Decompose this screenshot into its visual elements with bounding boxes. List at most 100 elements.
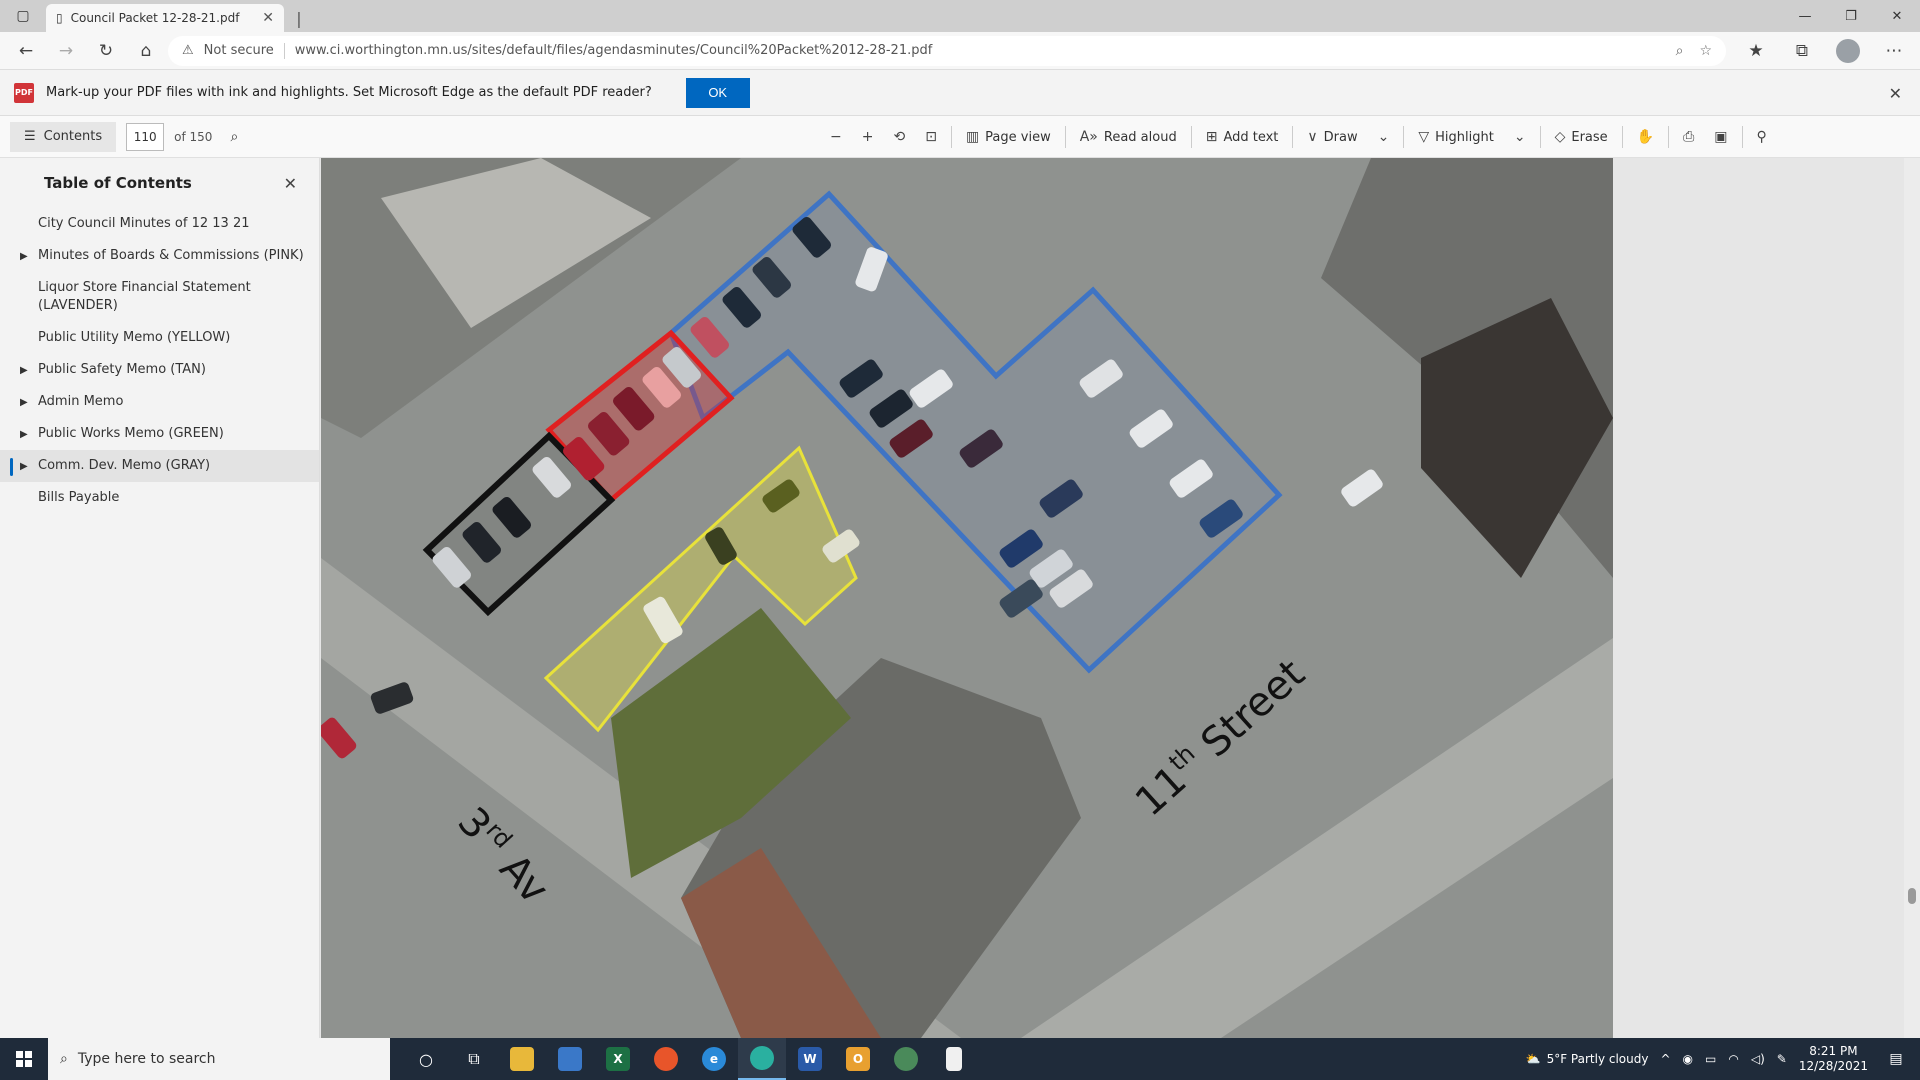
browser-toolbar-right: ★ ⧉ ⋯	[1738, 36, 1912, 66]
touch-write-icon[interactable]: ✋	[1627, 116, 1664, 158]
toc-item[interactable]: ▶ Public Works Memo (GREEN)	[0, 418, 319, 450]
navigation-bar: ← → ↻ ⌂ ⚠ Not secure www.ci.worthington.…	[0, 32, 1920, 70]
new-tab-icon[interactable]: |	[284, 4, 314, 32]
contents-button[interactable]: ☰ Contents	[10, 121, 117, 152]
zoom-in-icon[interactable]: +	[852, 116, 884, 158]
page-view-button[interactable]: ▥ Page view	[956, 116, 1061, 158]
tab-close-icon[interactable]: ✕	[262, 10, 274, 26]
save-icon[interactable]: ▣	[1704, 116, 1737, 158]
table-of-contents-panel: Table of Contents ✕ City Council Minutes…	[0, 158, 320, 1038]
add-text-label: Add text	[1223, 129, 1279, 145]
contents-label: Contents	[43, 129, 103, 144]
list-icon: ☰	[24, 129, 36, 144]
highlight-options-chevron-icon[interactable]: ⌄	[1504, 116, 1536, 158]
chrome-icon[interactable]	[882, 1038, 930, 1080]
taskbar: ⌕ Type here to search ○ ⧉ X e W O ⛅ 5°F …	[0, 1038, 1920, 1080]
toc-item[interactable]: ▶ Minutes of Boards & Commissions (PINK)	[0, 240, 319, 272]
battery-icon[interactable]: ▭	[1705, 1052, 1716, 1066]
expand-caret-icon[interactable]: ▶	[20, 458, 28, 476]
expand-caret-icon[interactable]: ▶	[20, 426, 28, 444]
search-icon[interactable]: ⌕	[230, 129, 238, 145]
document-icon[interactable]	[930, 1038, 978, 1080]
add-text-button[interactable]: ⊞ Add text	[1196, 116, 1289, 158]
back-icon[interactable]: ←	[8, 36, 44, 66]
highlight-label: Highlight	[1435, 129, 1494, 145]
forward-icon[interactable]: →	[48, 36, 84, 66]
page-number-input[interactable]: 110	[126, 122, 165, 151]
highlight-button[interactable]: ▽ Highlight	[1408, 116, 1503, 158]
expand-caret-icon[interactable]: ▶	[20, 394, 28, 412]
restore-icon[interactable]: ❐	[1828, 0, 1874, 32]
infobar-close-icon[interactable]: ✕	[1889, 84, 1902, 103]
notification-icon[interactable]: ▤	[1880, 1051, 1912, 1067]
toolbar-divider	[1621, 126, 1623, 148]
read-aloud-label: Read aloud	[1103, 129, 1177, 145]
minimize-icon[interactable]: —	[1782, 0, 1828, 32]
read-aloud-button[interactable]: A» Read aloud	[1070, 116, 1187, 158]
toc-item[interactable]: Liquor Store Financial Statement (LAVEND…	[0, 272, 319, 322]
toc-item-label: City Council Minutes of 12 13 21	[38, 216, 250, 231]
toc-item[interactable]: City Council Minutes of 12 13 21	[0, 208, 319, 240]
task-view-icon[interactable]: ⧉	[450, 1038, 498, 1080]
toc-item[interactable]: ▶ Comm. Dev. Memo (GRAY)	[0, 450, 319, 482]
draw-button[interactable]: ∨ Draw	[1297, 116, 1367, 158]
cortana-icon[interactable]: ○	[402, 1038, 450, 1080]
excel-icon[interactable]: X	[594, 1038, 642, 1080]
toolbar-divider	[1668, 126, 1670, 148]
pin-toolbar-icon[interactable]: ⚲	[1747, 116, 1777, 158]
clock[interactable]: 8:21 PM 12/28/2021	[1799, 1044, 1868, 1074]
fit-page-icon[interactable]: ⊡	[915, 116, 947, 158]
word-icon[interactable]: W	[786, 1038, 834, 1080]
pdf-page[interactable]: 11th Street 3rd Av	[321, 158, 1613, 1038]
favorites-icon[interactable]: ★	[1738, 36, 1774, 66]
network-icon[interactable]: ◉	[1683, 1052, 1693, 1066]
windows-logo-icon	[16, 1051, 32, 1067]
tray-chevron-icon[interactable]: ^	[1660, 1052, 1670, 1066]
tab-actions-icon[interactable]: ▢	[0, 0, 46, 32]
pen-icon[interactable]: ✎	[1777, 1052, 1787, 1066]
address-bar[interactable]: ⚠ Not secure www.ci.worthington.mn.us/si…	[168, 35, 1726, 66]
toc-item[interactable]: Public Utility Memo (YELLOW)	[0, 322, 319, 354]
profile-icon[interactable]	[1830, 36, 1866, 66]
scrollbar-thumb[interactable]	[1908, 888, 1916, 904]
avatar	[1836, 38, 1860, 63]
draw-label: Draw	[1323, 129, 1358, 145]
refresh-icon[interactable]: ↻	[88, 36, 124, 66]
zoom-out-icon[interactable]: −	[820, 116, 852, 158]
aerial-map: 11th Street 3rd Av	[321, 158, 1613, 1038]
wifi-icon[interactable]: ◠	[1728, 1052, 1738, 1066]
start-button[interactable]	[0, 1038, 48, 1080]
edge-icon[interactable]	[738, 1038, 786, 1080]
erase-button[interactable]: ◇ Erase	[1545, 116, 1618, 158]
weather-widget[interactable]: ⛅ 5°F Partly cloudy	[1526, 1052, 1649, 1066]
toc-item[interactable]: ▶ Admin Memo	[0, 386, 319, 418]
volume-icon[interactable]: ◁)	[1751, 1052, 1765, 1066]
zoom-icon[interactable]: ⌕	[1676, 43, 1684, 59]
taskbar-search[interactable]: ⌕ Type here to search	[48, 1038, 390, 1080]
draw-options-chevron-icon[interactable]: ⌄	[1368, 116, 1400, 158]
store-icon[interactable]	[546, 1038, 594, 1080]
favorite-add-icon[interactable]: ☆	[1699, 43, 1712, 59]
rotate-icon[interactable]: ⟲	[883, 116, 915, 158]
home-icon[interactable]: ⌂	[128, 36, 164, 66]
toc-item[interactable]: ▶ Public Safety Memo (TAN)	[0, 354, 319, 386]
expand-caret-icon[interactable]: ▶	[20, 248, 28, 266]
outlook-icon[interactable]: O	[834, 1038, 882, 1080]
expand-caret-icon[interactable]: ▶	[20, 362, 28, 380]
toc-item[interactable]: Bills Payable	[0, 482, 319, 514]
toc-item-label: Bills Payable	[38, 490, 120, 505]
print-icon[interactable]: ⎙	[1673, 116, 1704, 158]
tab-strip: ▢ ▯ Council Packet 12-28-21.pdf ✕ | — ❐ …	[0, 0, 1920, 32]
ok-button[interactable]: OK	[685, 77, 750, 108]
toc-close-icon[interactable]: ✕	[284, 174, 297, 193]
url-text[interactable]: www.ci.worthington.mn.us/sites/default/f…	[295, 43, 1666, 58]
default-pdf-infobar: PDF Mark-up your PDF files with ink and …	[0, 70, 1920, 116]
window-close-icon[interactable]: ✕	[1874, 0, 1920, 32]
vertical-scrollbar[interactable]	[1904, 158, 1920, 1038]
file-explorer-icon[interactable]	[498, 1038, 546, 1080]
collections-icon[interactable]: ⧉	[1784, 36, 1820, 66]
tab-active[interactable]: ▯ Council Packet 12-28-21.pdf ✕	[46, 4, 284, 32]
more-icon[interactable]: ⋯	[1876, 36, 1912, 66]
firefox-icon[interactable]	[642, 1038, 690, 1080]
internet-explorer-icon[interactable]: e	[690, 1038, 738, 1080]
